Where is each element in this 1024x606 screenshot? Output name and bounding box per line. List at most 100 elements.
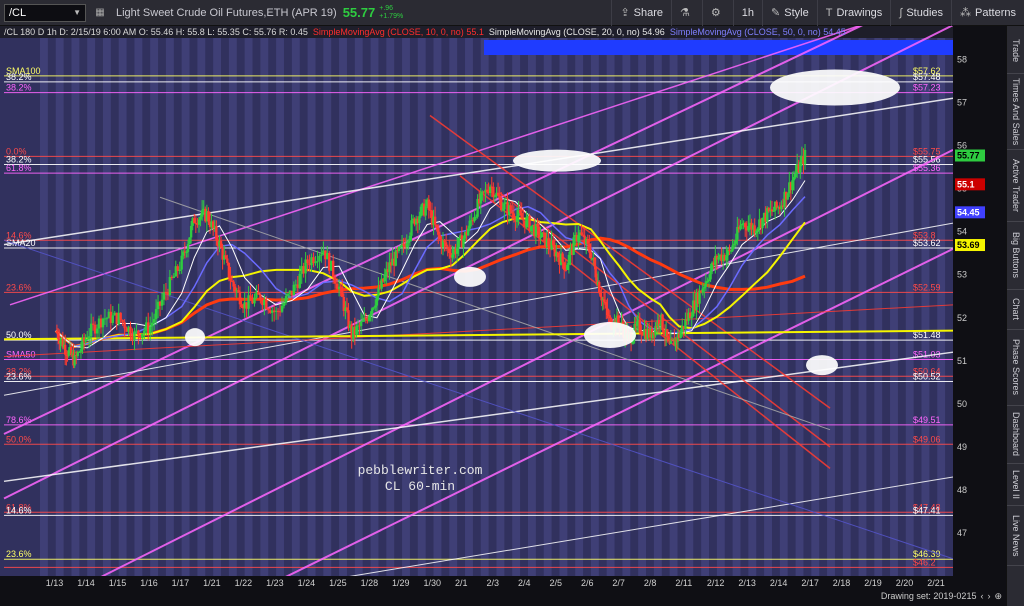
candle-body: [369, 314, 372, 317]
session-stripe: [732, 38, 741, 576]
drawing-set-label: Drawing set: 2019-0215: [880, 591, 977, 601]
chevron-left-icon[interactable]: ‹: [980, 591, 983, 601]
candle-body: [756, 228, 760, 231]
side-tab-chart[interactable]: Chart: [1007, 290, 1024, 330]
candle-body: [160, 299, 164, 306]
footer-bar: Drawing set: 2019-0215 ‹ › ⊕: [860, 586, 1006, 606]
candle-body: [803, 149, 807, 165]
candle-body: [725, 255, 728, 261]
grid-icon[interactable]: ▦: [92, 7, 108, 18]
candle-body: [189, 225, 193, 238]
side-tab-level-ii[interactable]: Level II: [1007, 464, 1024, 506]
level-fib-label: 23.6%: [6, 371, 32, 381]
candle-body: [547, 238, 550, 247]
studies-button[interactable]: ∫ Studies: [890, 0, 951, 26]
candle-body: [703, 286, 706, 289]
candle-body: [435, 224, 438, 228]
time-tick-label: 2/12: [707, 578, 725, 588]
candle-body: [367, 316, 371, 321]
candle-body: [180, 255, 183, 270]
candle-body: [101, 318, 105, 328]
candle-body: [462, 238, 465, 248]
sma10-legend[interactable]: SimpleMovingAvg (CLOSE, 10, 0, no): [313, 27, 464, 37]
drawings-button[interactable]: T Drawings: [816, 0, 891, 26]
side-tab-trade[interactable]: Trade: [1007, 28, 1024, 74]
price-badge-label: 55.1: [957, 179, 975, 189]
session-stripe: [71, 38, 80, 576]
zoom-icon[interactable]: ⊕: [994, 591, 1002, 602]
candle-body: [237, 290, 240, 292]
session-stripe: [55, 38, 64, 576]
share-button[interactable]: ⇪ Share: [611, 0, 671, 26]
sma20-legend[interactable]: SimpleMovingAvg (CLOSE, 20, 0, no): [489, 27, 640, 37]
side-tab-times-and-sales[interactable]: Times And Sales: [1007, 74, 1024, 150]
candle-body: [740, 223, 744, 226]
time-tick-label: 2/18: [833, 578, 851, 588]
level-price-label: $46.2: [913, 557, 936, 567]
sma50-legend[interactable]: SimpleMovingAvg (CLOSE, 50, 0, no): [670, 27, 821, 37]
candle-body: [185, 251, 188, 253]
level-fib-label: 61.8%: [6, 163, 32, 173]
interval-button[interactable]: 1h: [732, 0, 762, 26]
candle-body: [498, 195, 501, 199]
candle-body: [280, 305, 284, 312]
patterns-label: Patterns: [975, 6, 1016, 19]
flask-button[interactable]: ⚗: [671, 0, 702, 26]
candle-body: [355, 326, 358, 335]
level-price-label: $49.51: [913, 415, 941, 425]
side-tab-big-buttons[interactable]: Big Buttons: [1007, 222, 1024, 290]
patterns-button[interactable]: ⁂ Patterns: [951, 0, 1024, 26]
symbol-selector[interactable]: /CL ▼: [4, 3, 86, 22]
price-chart[interactable]: $57.62SMA100$57.4838.2%$57.2338.2%$55.75…: [0, 0, 1006, 606]
time-tick-label: 2/4: [518, 578, 531, 588]
highlight-ellipse: [806, 355, 838, 376]
session-stripe: [590, 38, 599, 576]
candle-body: [638, 319, 641, 333]
session-stripe: [417, 38, 426, 576]
candle-body: [331, 260, 335, 278]
level-fib-label: SMA50: [6, 350, 36, 360]
session-stripe: [890, 38, 898, 576]
level-price-label: $57.23: [913, 83, 941, 93]
side-tab-live-news[interactable]: Live News: [1007, 506, 1024, 566]
thinkorswim-chart-window: $57.62 SMA100 $57.48 38.2% $57.23 38.2% $55.75…: [0, 0, 1024, 606]
watermark: pebblewriter.com CL 60-min: [330, 463, 510, 495]
chevron-right-icon[interactable]: ›: [987, 591, 990, 601]
candle-body: [286, 293, 290, 296]
candle-body: [238, 291, 242, 305]
level-price-label: $50.52: [913, 371, 941, 381]
share-label: Share: [633, 6, 664, 19]
candle-body: [418, 216, 421, 224]
candle-body: [152, 319, 156, 323]
candle-body: [405, 243, 408, 248]
price-tick-label: 51: [957, 356, 967, 366]
style-button[interactable]: ✎ Style: [762, 0, 817, 26]
side-tab-active-trader[interactable]: Active Trader: [1007, 150, 1024, 222]
sma20-value: 54.96: [642, 27, 665, 37]
settings-button[interactable]: ⚙: [701, 0, 733, 26]
candle-body: [701, 288, 704, 293]
time-tick-label: 1/23: [266, 578, 284, 588]
studies-label: Studies: [906, 6, 944, 19]
candle-body: [729, 250, 733, 252]
interval-label: 1h: [741, 6, 755, 19]
side-tab-dashboard[interactable]: Dashboard: [1007, 406, 1024, 464]
time-tick-label: 1/30: [424, 578, 442, 588]
session-stripe: [496, 38, 505, 576]
session-stripe: [181, 38, 190, 576]
time-tick-label: 1/17: [172, 578, 190, 588]
instrument-description: Light Sweet Crude Oil Futures,ETH (APR 1…: [116, 6, 337, 19]
watermark-site: pebblewriter.com: [357, 463, 483, 478]
drawings-icon: T: [825, 6, 833, 19]
last-price: 55.77: [342, 5, 376, 20]
session-stripe: [921, 38, 930, 576]
candle-body: [257, 291, 260, 295]
candle-body: [562, 262, 566, 270]
candle-body: [500, 198, 503, 211]
candle-body: [792, 177, 796, 181]
candle-body: [640, 332, 643, 335]
candle-body: [292, 284, 296, 296]
side-tab-phase-scores[interactable]: Phase Scores: [1007, 330, 1024, 406]
candle-body: [466, 228, 470, 236]
candle-body: [172, 276, 176, 278]
